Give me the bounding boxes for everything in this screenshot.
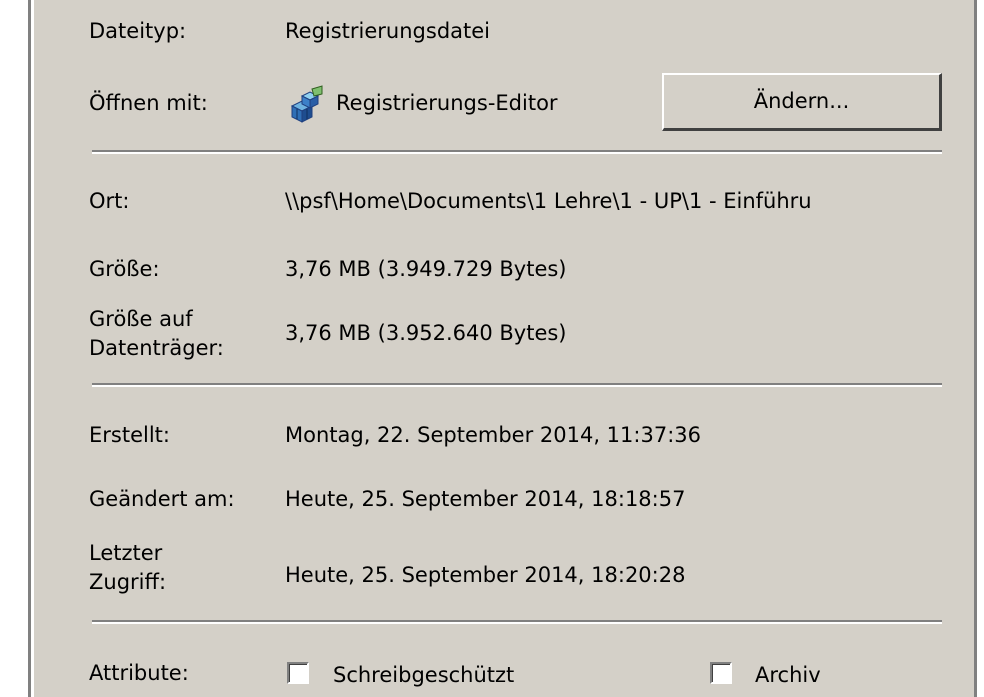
file-type-value: Registrierungsdatei bbox=[285, 19, 491, 43]
properties-panel: Dateityp: Registrierungsdatei Öffnen mit… bbox=[34, 0, 974, 697]
created-value: Montag, 22. September 2014, 11:37:36 bbox=[285, 423, 701, 447]
separator-2 bbox=[92, 383, 942, 387]
location-label: Ort: bbox=[89, 189, 130, 213]
separator-1 bbox=[92, 150, 942, 154]
change-button[interactable]: Ändern... bbox=[662, 73, 942, 131]
separator-3 bbox=[92, 620, 942, 624]
location-value: \\psf\Home\Documents\1 Lehre\1 - UP\1 - … bbox=[285, 189, 812, 213]
dialog-right-border bbox=[974, 0, 984, 697]
archive-checkbox-label[interactable]: Archiv bbox=[755, 662, 821, 688]
file-type-label: Dateityp: bbox=[89, 19, 187, 43]
readonly-checkbox-label[interactable]: Schreibgeschützt bbox=[333, 662, 514, 688]
created-label: Erstellt: bbox=[89, 423, 170, 447]
modified-value: Heute, 25. September 2014, 18:18:57 bbox=[285, 487, 686, 511]
accessed-value: Heute, 25. September 2014, 18:20:28 bbox=[285, 563, 686, 587]
readonly-checkbox[interactable] bbox=[287, 662, 309, 684]
background-window-edge bbox=[0, 0, 28, 697]
open-with-label: Öffnen mit: bbox=[89, 91, 208, 115]
size-value: 3,76 MB (3.949.729 Bytes) bbox=[285, 257, 567, 281]
accessed-label-line1: Letzter bbox=[89, 541, 163, 565]
attributes-label: Attribute: bbox=[89, 661, 189, 685]
size-on-disk-value: 3,76 MB (3.952.640 Bytes) bbox=[285, 321, 567, 345]
archive-checkbox[interactable] bbox=[710, 662, 732, 684]
open-with-app-name: Registrierungs-Editor bbox=[336, 91, 558, 115]
accessed-label-line2: Zugriff: bbox=[89, 570, 167, 594]
modified-label: Geändert am: bbox=[89, 487, 235, 511]
size-on-disk-label-line2: Datenträger: bbox=[89, 336, 224, 360]
registry-editor-icon bbox=[290, 85, 323, 123]
size-label: Größe: bbox=[89, 257, 160, 281]
size-on-disk-label-line1: Größe auf bbox=[89, 307, 193, 331]
